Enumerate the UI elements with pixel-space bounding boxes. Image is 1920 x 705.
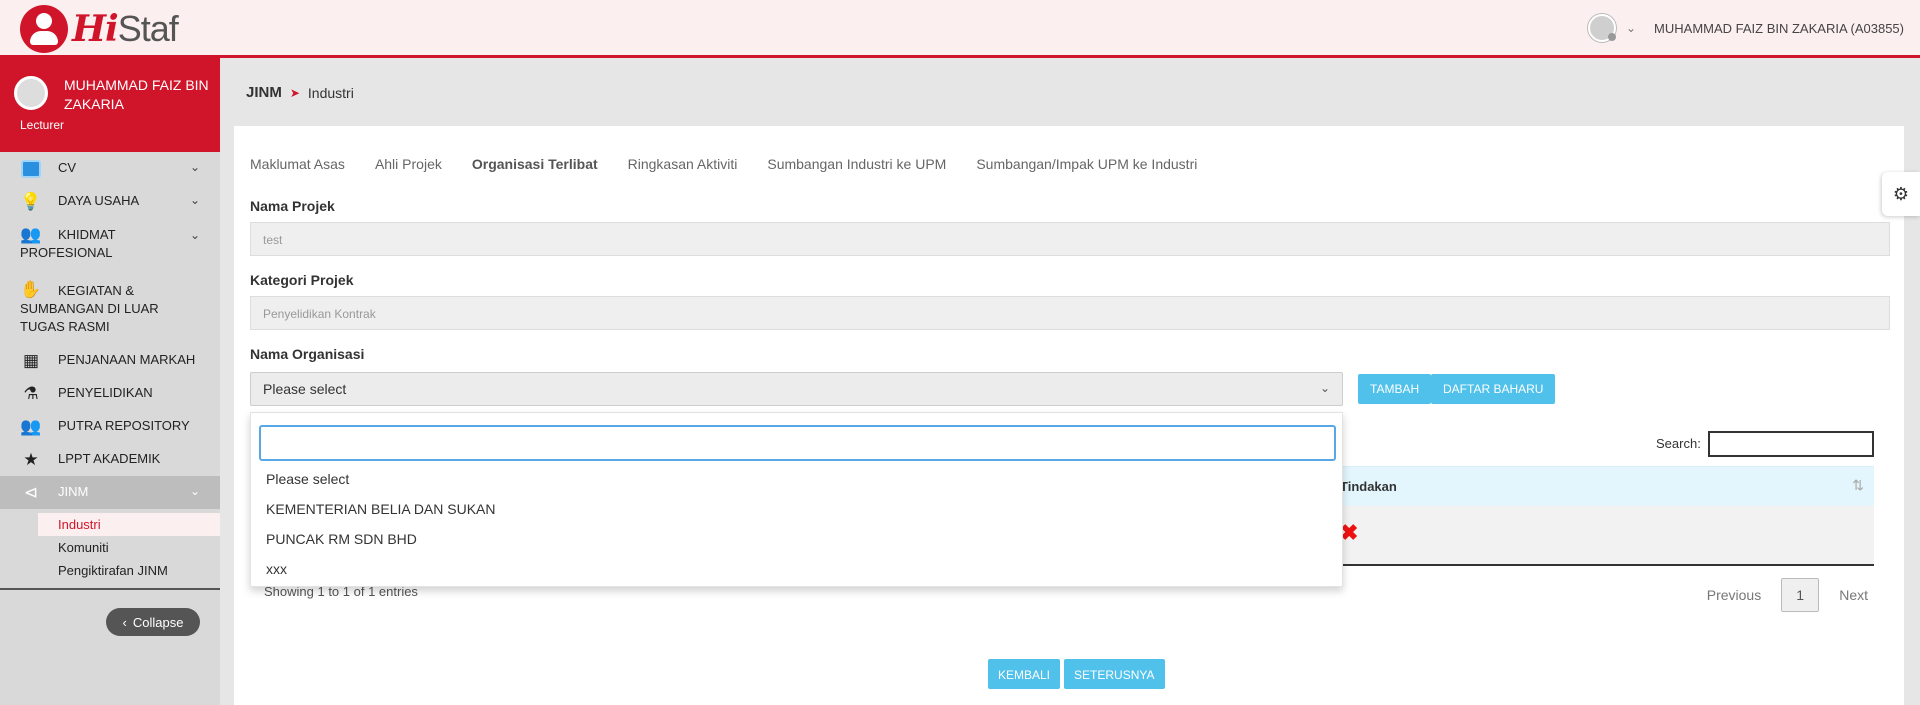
profile-name: MUHAMMAD FAIZ BIN ZAKARIA [64,77,209,112]
sidebar-item-label: PENYELIDIKAN [58,385,153,400]
organisasi-select[interactable]: Please select ⌄ [250,372,1343,406]
page-1-button[interactable]: 1 [1781,578,1820,612]
sidebar-item-kegiatan[interactable]: ✋ KEGIATAN & SUMBANGAN DI LUAR TUGAS RAS… [0,270,220,344]
previous-button[interactable]: Previous [1707,587,1761,603]
settings-gear-icon[interactable]: ⚙ [1882,172,1920,216]
hand-icon: ✋ [20,280,42,299]
sidebar-profile: MUHAMMAD FAIZ BIN ZAKARIA Lecturer [0,58,220,152]
avatar[interactable] [1587,14,1616,42]
dropdown-option[interactable]: KEMENTERIAN BELIA DAN SUKAN [266,501,496,517]
table-search-label: Search: [1656,436,1701,451]
histaf-logo[interactable]: HiStaf [20,4,179,54]
sidebar-item-jinm[interactable]: ⊲ JINM ⌄ [0,476,220,509]
kembali-button[interactable]: KEMBALI [988,659,1061,689]
seterusnya-button[interactable]: SETERUSNYA [1064,659,1165,689]
profile-avatar [14,76,48,110]
star-icon: ★ [23,450,39,469]
tambah-button[interactable]: TAMBAH [1358,374,1432,404]
tab-maklumat-asas[interactable]: Maklumat Asas [250,156,345,172]
chevron-down-icon[interactable]: ⌄ [1626,21,1636,35]
dropdown-search-input[interactable] [259,425,1336,461]
tab-bar: Maklumat Asas Ahli Projek Organisasi Ter… [250,156,1197,172]
chevron-down-icon: ⌄ [189,484,200,498]
sort-icon[interactable]: ⇅ [1852,477,1864,494]
sidebar-item-daya-usaha[interactable]: 💡 DAYA USAHA ⌄ [0,185,220,218]
tab-sumbangan-industri[interactable]: Sumbangan Industri ke UPM [767,156,946,172]
tab-ringkasan-aktiviti[interactable]: Ringkasan Aktiviti [628,156,738,172]
sidebar-item-label: JINM [58,484,89,499]
dropdown-option[interactable]: Please select [266,471,349,487]
jinm-submenu: Industri Komuniti Pengiktirafan JINM [0,509,220,590]
logo-badge-icon [20,5,68,53]
table-search-input[interactable] [1708,431,1874,457]
breadcrumb-root: JINM [246,84,282,101]
user-menu[interactable]: ⌄ MUHAMMAD FAIZ BIN ZAKARIA (A03855) [1587,14,1904,42]
sidebar-subitem-industri[interactable]: Industri [38,513,220,536]
tab-organisasi-terlibat[interactable]: Organisasi Terlibat [472,156,598,172]
sidebar-item-cv[interactable]: CV ⌄ [0,152,220,185]
tab-ahli-projek[interactable]: Ahli Projek [375,156,442,172]
sidebar: MUHAMMAD FAIZ BIN ZAKARIA Lecturer CV ⌄ … [0,58,220,705]
profile-role: Lecturer [20,118,65,132]
dropdown-option[interactable]: xxx [266,561,287,577]
sidebar-item-label: DAYA USAHA [58,193,140,208]
organisasi-dropdown: Please select KEMENTERIAN BELIA DAN SUKA… [250,412,1343,587]
chevron-down-icon: ⌄ [189,193,200,207]
user-name: MUHAMMAD FAIZ BIN ZAKARIA (A03855) [1654,20,1904,36]
organisasi-selected-value: Please select [263,381,347,397]
sidebar-item-label: PENJANAAN MARKAH [58,352,196,367]
sidebar-item-khidmat-profesional[interactable]: 👥 KHIDMAT PROFESIONAL ⌄ [0,218,220,270]
sidebar-item-lppt-akademik[interactable]: ★ LPPT AKADEMIK [0,443,220,476]
breadcrumb: JINM ➤ Industri [246,84,354,101]
breadcrumb-current: Industri [307,84,354,101]
kategori-projek-field: Penyelidikan Kontrak [250,296,1890,330]
sidebar-item-penyelidikan[interactable]: ⚗ PENYELIDIKAN [0,377,220,410]
sidebar-item-penjanaan-markah[interactable]: ▦ PENJANAAN MARKAH [0,344,220,377]
sidebar-subitem-pengiktirafan[interactable]: Pengiktirafan JINM [0,559,220,582]
sidebar-item-putra-repository[interactable]: 👥 PUTRA REPOSITORY [0,410,220,443]
top-header: HiStaf ⌄ MUHAMMAD FAIZ BIN ZAKARIA (A038… [0,0,1920,58]
footer-actions: KEMBALI SETERUSNYA [988,659,1165,689]
calculator-icon: ▦ [22,351,40,370]
flask-icon: ⚗ [23,384,39,403]
nama-projek-label: Nama Projek [250,198,335,214]
column-header-tindakan[interactable]: Tindakan [1340,479,1397,494]
logo-text: HiStaf [72,8,179,50]
lightbulb-icon: 💡 [20,192,42,211]
chevron-down-icon: ⌄ [1319,381,1330,395]
nama-organisasi-label: Nama Organisasi [250,346,365,362]
sidebar-subitem-komuniti[interactable]: Komuniti [0,536,220,559]
kategori-projek-label: Kategori Projek [250,272,354,288]
location-arrow-icon: ➤ [289,85,300,100]
sidebar-item-label: PUTRA REPOSITORY [58,418,190,433]
dropdown-option[interactable]: PUNCAK RM SDN BHD [266,531,417,547]
sidebar-item-label: CV [58,160,77,175]
collapse-button[interactable]: ‹ Collapse [106,608,200,636]
sidebar-item-label: LPPT AKADEMIK [58,451,161,466]
next-button[interactable]: Next [1839,587,1868,603]
chevron-left-icon: ‹ [122,614,127,630]
nama-projek-field: test [250,222,1890,256]
daftar-baharu-button[interactable]: DAFTAR BAHARU [1431,374,1556,404]
pagination: Previous 1 Next [1707,578,1868,612]
users-icon: 👥 [20,417,42,436]
chevron-down-icon: ⌄ [189,160,200,174]
cv-icon [20,159,42,179]
tab-sumbangan-impak[interactable]: Sumbangan/Impak UPM ke Industri [976,156,1197,172]
collapse-label: Collapse [132,614,184,630]
chevron-down-icon: ⌄ [189,228,200,242]
share-icon: ⊲ [23,483,39,502]
users-icon: 👥 [20,225,42,244]
